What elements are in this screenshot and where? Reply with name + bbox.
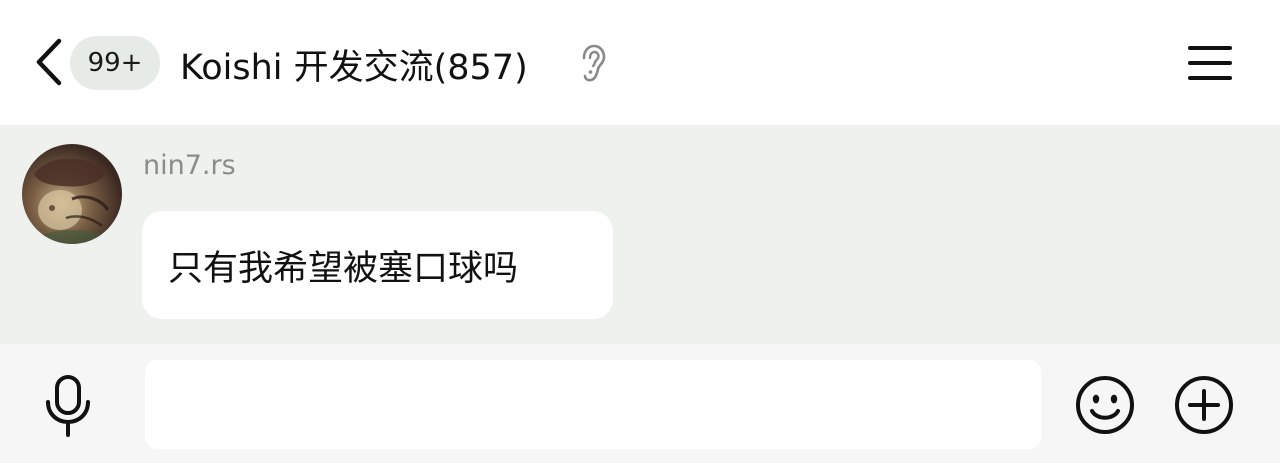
sender-name[interactable]: nin7.rs	[143, 150, 236, 181]
avatar-image	[32, 158, 112, 244]
hamburger-menu-icon[interactable]	[1184, 40, 1236, 86]
plus-circle-icon[interactable]	[1173, 374, 1235, 436]
back-button[interactable]	[26, 36, 70, 88]
smiley-icon[interactable]	[1074, 374, 1136, 436]
message-text: 只有我希望被塞口球吗	[168, 248, 519, 289]
chat-title[interactable]: Koishi 开发交流(857)	[180, 38, 528, 90]
input-bar	[0, 344, 1280, 463]
unread-count-label: 99+	[87, 48, 143, 78]
sender-avatar[interactable]	[22, 144, 122, 244]
microphone-icon[interactable]	[40, 374, 96, 438]
ear-icon[interactable]	[576, 42, 610, 86]
unread-count-badge[interactable]: 99+	[70, 36, 160, 90]
message-bubble[interactable]: 只有我希望被塞口球吗	[142, 211, 613, 319]
chat-header: 99+ Koishi 开发交流(857)	[0, 0, 1280, 125]
message-input[interactable]	[145, 360, 1041, 449]
message-list[interactable]: nin7.rs 只有我希望被塞口球吗	[0, 125, 1280, 344]
chevron-left-icon	[36, 38, 62, 86]
